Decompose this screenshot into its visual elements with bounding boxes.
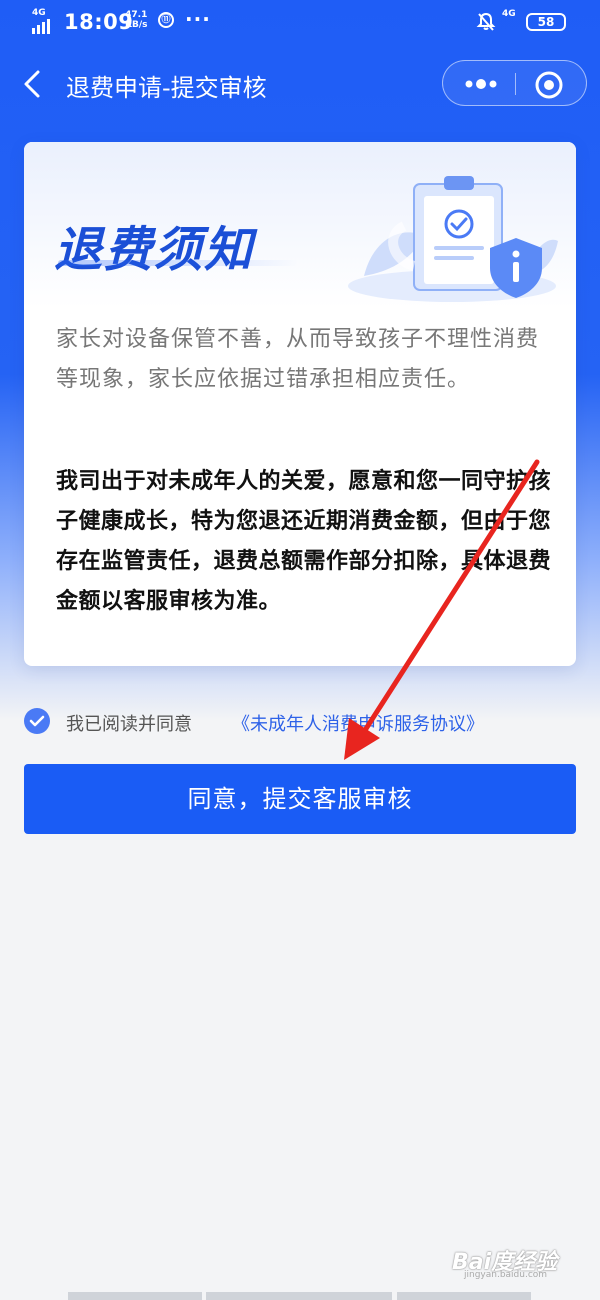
speed-value: 47.1 xyxy=(125,10,148,20)
battery-icon: 58 xyxy=(526,13,566,31)
network-type-right: 4G xyxy=(502,9,516,19)
back-button[interactable] xyxy=(18,64,54,104)
network-speed: 47.1 KB/s xyxy=(125,10,147,30)
submit-button[interactable]: 同意，提交客服审核 xyxy=(24,764,576,834)
bottom-nav-segment-3 xyxy=(397,1292,531,1300)
notice-title: 退费须知 xyxy=(54,222,255,278)
notice-paragraph-bold: 我司出于对未成年人的关爱，愿意和您一同守护孩子健康成长，特为您退还近期消费金额，… xyxy=(56,469,552,614)
speed-unit: KB/s xyxy=(125,20,148,30)
more-dots-icon xyxy=(465,79,497,89)
mini-program-capsule xyxy=(442,60,587,106)
agreement-text: 我已阅读并同意 xyxy=(66,714,192,735)
capsule-more-button[interactable] xyxy=(461,70,501,98)
capsule-close-button[interactable] xyxy=(533,69,565,101)
notice-card: 退费须知 家长对设备保管不善，从而导致孩子不理性消费等现象，家长应依据过错承担相… xyxy=(24,142,576,666)
target-circle-icon xyxy=(535,71,563,99)
network-type-left: 4G xyxy=(32,8,46,18)
check-icon xyxy=(29,715,45,727)
bottom-nav-segment-2 xyxy=(206,1292,392,1300)
watermark-url: jingyan.baidu.com xyxy=(464,1270,548,1280)
agreement-checkbox[interactable] xyxy=(24,708,50,734)
chevron-left-icon xyxy=(24,70,40,98)
status-bar: 4G 18:09 47.1 KB/s ⑪ ··· 4G 58 xyxy=(0,0,600,48)
bottom-nav-segment-1 xyxy=(68,1292,202,1300)
clipboard-shield-illustration xyxy=(348,176,558,302)
title-underline xyxy=(58,260,298,266)
status-time: 18:09 xyxy=(64,10,134,34)
notice-paragraph-normal: 家长对设备保管不善，从而导致孩子不理性消费等现象，家长应依据过错承担相应责任。 xyxy=(56,327,540,392)
status-more-icon: ··· xyxy=(185,7,211,31)
capsule-divider xyxy=(515,73,516,95)
page-title: 退费申请-提交审核 xyxy=(66,74,267,102)
baidu-jingyan-watermark: Bai度经验 jingyan.baidu.com xyxy=(452,1244,557,1280)
notification-badge-icon: ⑪ xyxy=(158,12,174,28)
mute-bell-icon xyxy=(476,12,496,31)
agreement-link[interactable]: 《未成年人消费申诉服务协议》 xyxy=(232,710,484,736)
network-type-right-label: 4G xyxy=(502,9,516,19)
